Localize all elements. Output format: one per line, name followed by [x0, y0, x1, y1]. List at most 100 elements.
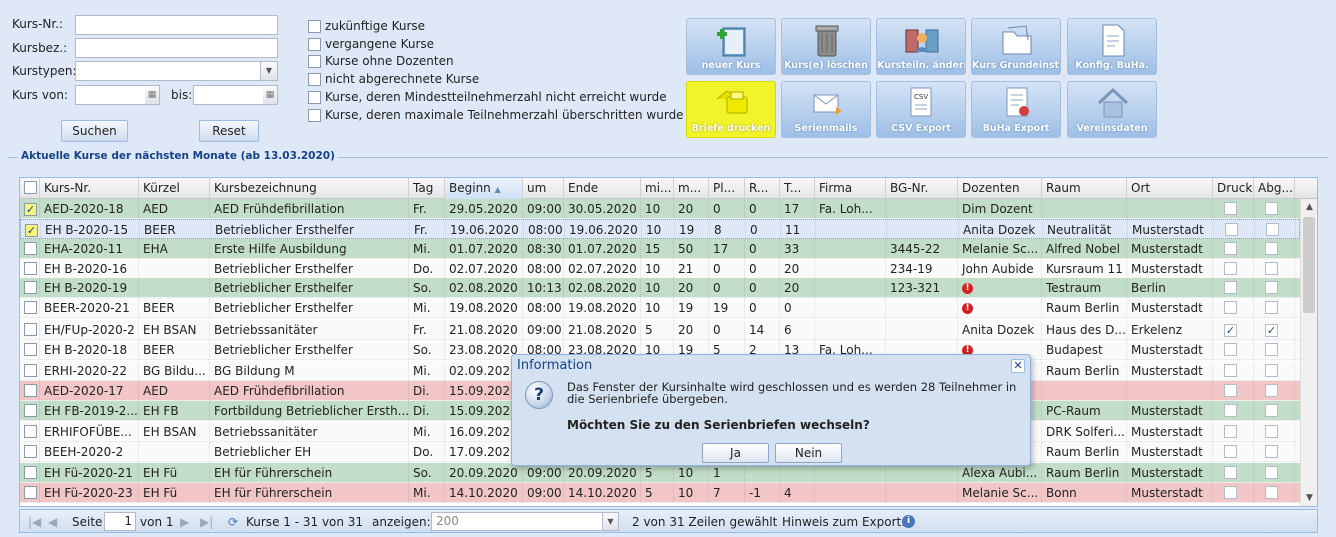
druck-checkbox[interactable]: [1225, 223, 1238, 236]
abg-checkbox-cell[interactable]: [1254, 199, 1295, 219]
row-checkbox[interactable]: [24, 404, 37, 417]
druck-checkbox[interactable]: [1224, 301, 1237, 314]
last-page-icon[interactable]: ▶|: [200, 514, 213, 530]
checkbox[interactable]: [308, 72, 321, 86]
row-select-cell[interactable]: [20, 401, 40, 421]
row-checkbox[interactable]: [24, 242, 37, 255]
option-mindestteilnehmer[interactable]: Kurse, deren Mindestteilnehmerzahl nicht…: [308, 89, 667, 105]
druck-checkbox-cell[interactable]: [1213, 442, 1254, 462]
druck-checkbox-cell[interactable]: [1213, 298, 1254, 318]
col-max[interactable]: m...: [674, 178, 709, 199]
row-select-cell[interactable]: [20, 320, 40, 340]
druck-checkbox[interactable]: [1224, 425, 1237, 438]
row-checkbox[interactable]: [24, 281, 37, 294]
col-kuerzel[interactable]: Kürzel: [139, 178, 210, 199]
abg-checkbox[interactable]: [1265, 262, 1278, 275]
checkbox[interactable]: [308, 37, 321, 51]
row-select-cell[interactable]: [20, 239, 40, 259]
druck-checkbox[interactable]: [1224, 281, 1237, 294]
col-ende[interactable]: Ende: [564, 178, 641, 199]
csv-export-button[interactable]: CSV CSV Export: [876, 81, 966, 138]
table-row[interactable]: ✓ EH B-2020-15 BEER Betrieblicher Ersthelfe…: [20, 219, 1300, 240]
druck-checkbox-cell[interactable]: [1213, 340, 1254, 360]
abg-checkbox[interactable]: ✓: [1265, 324, 1278, 337]
row-checkbox[interactable]: [24, 323, 37, 336]
abg-checkbox[interactable]: [1265, 301, 1278, 314]
table-row[interactable]: EHA-2020-11 EHA Erste Hilfe Ausbildung Mi. 0…: [20, 239, 1300, 259]
druck-checkbox-cell[interactable]: [1213, 483, 1254, 503]
neuer-kurs-button[interactable]: neuer Kurs: [686, 18, 776, 75]
checkbox[interactable]: [24, 181, 37, 194]
abg-checkbox[interactable]: [1265, 404, 1278, 417]
col-firma[interactable]: Firma: [815, 178, 886, 199]
col-abg[interactable]: Abg...: [1254, 178, 1295, 199]
row-checkbox[interactable]: ✓: [24, 203, 37, 216]
col-dozenten[interactable]: Dozenten: [958, 178, 1042, 199]
druck-checkbox-cell[interactable]: [1213, 422, 1254, 442]
col-r[interactable]: R...: [745, 178, 780, 199]
abg-checkbox-cell[interactable]: [1254, 381, 1295, 401]
row-checkbox[interactable]: [24, 445, 37, 458]
druck-checkbox-cell[interactable]: [1214, 220, 1255, 240]
table-row[interactable]: EH/FUp-2020-2 EH BSAN Betriebssanitäter Fr.…: [20, 320, 1300, 340]
option-nicht-abgerechnet[interactable]: nicht abgerechnete Kurse: [308, 71, 479, 87]
kurse-loeschen-button[interactable]: Kurs(e) löschen: [781, 18, 871, 75]
refresh-icon[interactable]: ⟳: [228, 514, 238, 530]
anzeigen-select[interactable]: 200 ▼: [431, 512, 619, 531]
info-icon[interactable]: i: [902, 515, 915, 528]
row-checkbox[interactable]: [24, 486, 37, 499]
row-select-cell[interactable]: [20, 422, 40, 442]
scroll-up-icon[interactable]: ▲: [1301, 199, 1317, 215]
druck-checkbox[interactable]: ✓: [1224, 324, 1237, 337]
druck-checkbox[interactable]: [1224, 242, 1237, 255]
select-all-header[interactable]: [20, 178, 40, 199]
druck-checkbox[interactable]: [1224, 343, 1237, 356]
druck-checkbox-cell[interactable]: [1213, 199, 1254, 219]
row-select-cell[interactable]: ✓: [21, 220, 41, 240]
option-vergangene-kurse[interactable]: vergangene Kurse: [308, 36, 434, 52]
druck-checkbox[interactable]: [1224, 202, 1237, 215]
druck-checkbox[interactable]: [1224, 404, 1237, 417]
option-max-teilnehmer[interactable]: Kurse, deren maximale Teilnehmerzahl übe…: [308, 107, 684, 123]
kursbez-input[interactable]: [75, 38, 278, 58]
druck-checkbox-cell[interactable]: ✓: [1213, 320, 1254, 340]
row-select-cell[interactable]: [20, 381, 40, 401]
row-select-cell[interactable]: [20, 278, 40, 298]
suchen-button[interactable]: Suchen: [61, 120, 128, 142]
calendar-icon[interactable]: ▦: [263, 86, 277, 104]
row-select-cell[interactable]: [20, 361, 40, 381]
konfig-buha-button[interactable]: Konfig. BuHa.: [1067, 18, 1157, 75]
col-min[interactable]: mi...: [641, 178, 674, 199]
abg-checkbox[interactable]: [1265, 425, 1278, 438]
col-kursbezeichnung[interactable]: Kursbezeichnung: [210, 178, 409, 199]
abg-checkbox-cell[interactable]: [1254, 298, 1295, 318]
next-page-icon[interactable]: ▶: [180, 514, 189, 530]
abg-checkbox-cell[interactable]: [1254, 278, 1295, 298]
col-kursnr[interactable]: Kurs-Nr.: [40, 178, 139, 199]
druck-checkbox[interactable]: [1224, 466, 1237, 479]
druck-checkbox-cell[interactable]: [1213, 278, 1254, 298]
ja-button[interactable]: Ja: [702, 443, 769, 463]
col-beginn[interactable]: Beginn ▲: [445, 178, 523, 199]
table-row[interactable]: EH Fü-2020-21 EH Fü EH für Führerschein So.…: [20, 463, 1300, 483]
checkbox[interactable]: [308, 54, 321, 68]
abg-checkbox-cell[interactable]: [1254, 340, 1295, 360]
abg-checkbox[interactable]: [1265, 242, 1278, 255]
row-checkbox[interactable]: ✓: [25, 224, 38, 237]
druck-checkbox-cell[interactable]: [1213, 401, 1254, 421]
row-checkbox[interactable]: [24, 343, 37, 356]
kurstypen-select[interactable]: ▼: [75, 61, 278, 81]
table-row[interactable]: ✓ AED-2020-18 AED AED Frühdefibrillation Fr.…: [20, 199, 1300, 219]
abg-checkbox[interactable]: [1265, 445, 1278, 458]
kurs-grundeinst-button[interactable]: Kurs Grundeinst.: [971, 18, 1061, 75]
buha-export-button[interactable]: BuHa Export: [971, 81, 1061, 138]
row-select-cell[interactable]: [20, 259, 40, 279]
row-checkbox[interactable]: [24, 384, 37, 397]
vertical-scrollbar[interactable]: ▲ ▼: [1300, 199, 1317, 506]
prev-page-icon[interactable]: ◀: [48, 514, 57, 530]
abg-checkbox-cell[interactable]: [1254, 259, 1295, 279]
kursnr-input[interactable]: [75, 15, 278, 35]
druck-checkbox[interactable]: [1224, 486, 1237, 499]
col-pl[interactable]: Pl...: [709, 178, 745, 199]
abg-checkbox-cell[interactable]: [1254, 239, 1295, 259]
